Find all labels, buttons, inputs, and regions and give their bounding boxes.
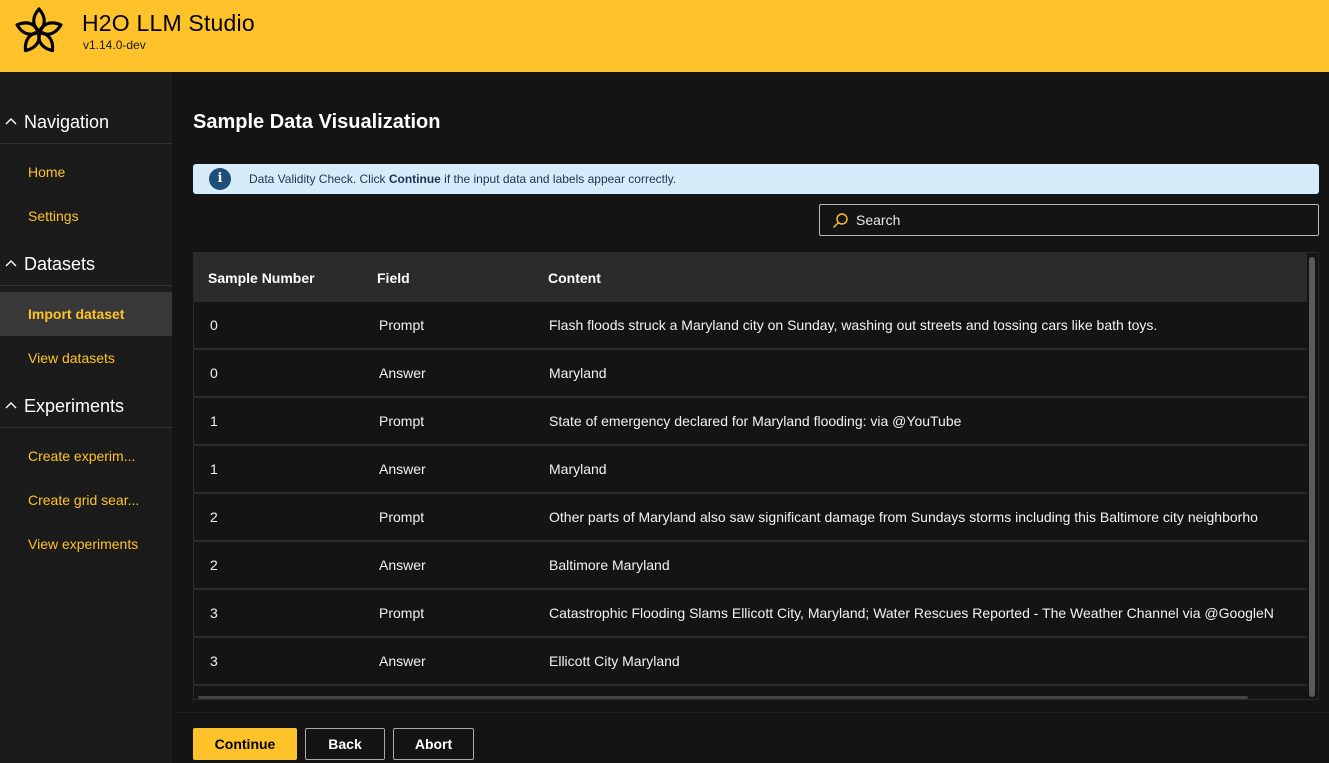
- cell-sample-number: 3: [210, 653, 218, 669]
- table-row[interactable]: 2 Prompt Other parts of Maryland also sa…: [194, 494, 1307, 542]
- nav-group-navigation[interactable]: Navigation: [0, 104, 172, 144]
- nav-group-label: Navigation: [24, 112, 110, 132]
- info-icon: i: [209, 168, 231, 190]
- table-row[interactable]: 0 Answer Maryland: [194, 350, 1307, 398]
- nav-group-experiments[interactable]: Experiments: [0, 388, 172, 428]
- cell-sample-number: 0: [210, 317, 218, 333]
- page-title: Sample Data Visualization: [193, 111, 441, 133]
- sidebar-item-create-experiment[interactable]: Create experim...: [0, 434, 172, 478]
- chevron-up-icon: [5, 118, 17, 125]
- sidebar-item-home[interactable]: Home: [0, 150, 172, 194]
- cell-field: Prompt: [379, 509, 425, 525]
- table-row[interactable]: 3 Answer Ellicott City Maryland: [194, 638, 1307, 686]
- cell-field: Answer: [379, 461, 426, 477]
- back-button[interactable]: Back: [305, 728, 385, 760]
- info-text-bold: Continue: [388, 172, 441, 186]
- nav-group-label: Experiments: [24, 396, 125, 416]
- search-icon: [833, 213, 848, 228]
- app-version: v1.14.0-dev: [83, 38, 146, 52]
- sidebar-item-view-datasets[interactable]: View datasets: [0, 336, 172, 380]
- cell-sample-number: 1: [210, 413, 218, 429]
- info-text-suffix: if the input data and labels appear corr…: [440, 172, 677, 186]
- column-header-field[interactable]: Field: [377, 270, 410, 286]
- table-header: Sample Number Field Content: [194, 253, 1307, 302]
- sidebar-item-view-experiments[interactable]: View experiments: [0, 522, 172, 566]
- cell-field: Answer: [379, 557, 426, 573]
- chevron-up-icon: [5, 260, 17, 267]
- continue-button[interactable]: Continue: [193, 728, 297, 760]
- app-header: H2O LLM Studio v1.14.0-dev: [0, 0, 1329, 72]
- table-row[interactable]: 1 Prompt State of emergency declared for…: [194, 398, 1307, 446]
- cell-field: Prompt: [379, 605, 425, 621]
- cell-content: Baltimore Maryland: [549, 557, 670, 573]
- h2o-star-logo[interactable]: [10, 3, 68, 61]
- cell-sample-number: 2: [210, 509, 218, 525]
- column-header-content[interactable]: Content: [548, 270, 601, 286]
- cell-content: Catastrophic Flooding Slams Ellicott Cit…: [549, 605, 1274, 621]
- abort-button[interactable]: Abort: [393, 728, 474, 760]
- cell-content: Maryland: [549, 461, 607, 477]
- info-message-bar: i Data Validity Check. Click Continue if…: [193, 164, 1319, 194]
- cell-field: Prompt: [379, 413, 425, 429]
- cell-field: Answer: [379, 653, 426, 669]
- column-header-sample-number[interactable]: Sample Number: [208, 270, 315, 286]
- table-row[interactable]: 3 Prompt Catastrophic Flooding Slams Ell…: [194, 590, 1307, 638]
- table-row[interactable]: 2 Answer Baltimore Maryland: [194, 542, 1307, 590]
- chevron-up-icon: [5, 402, 17, 409]
- sidebar-item-settings[interactable]: Settings: [0, 194, 172, 238]
- info-message-text: Data Validity Check. Click Continue if t…: [249, 172, 676, 186]
- cell-sample-number: 2: [210, 557, 218, 573]
- info-text-prefix: Data Validity Check. Click: [249, 172, 389, 186]
- cell-sample-number: 3: [210, 605, 218, 621]
- nav-group-datasets[interactable]: Datasets: [0, 246, 172, 286]
- nav-group-label: Datasets: [24, 254, 96, 274]
- cell-sample-number: 0: [210, 365, 218, 381]
- cell-content: Flash floods struck a Maryland city on S…: [549, 317, 1158, 333]
- horizontal-scrollbar[interactable]: [198, 696, 1248, 699]
- cell-content: Other parts of Maryland also saw signifi…: [549, 509, 1258, 525]
- cell-field: Answer: [379, 365, 426, 381]
- table-row[interactable]: 0 Prompt Flash floods struck a Maryland …: [194, 302, 1307, 350]
- app-title: H2O LLM Studio: [82, 10, 255, 36]
- cell-content: Ellicott City Maryland: [549, 653, 680, 669]
- cell-field: Prompt: [379, 317, 425, 333]
- data-table: Sample Number Field Content 0 Prompt Fla…: [193, 252, 1319, 700]
- cell-content: State of emergency declared for Maryland…: [549, 413, 962, 429]
- cell-content: Maryland: [549, 365, 607, 381]
- table-row[interactable]: 1 Answer Maryland: [194, 446, 1307, 494]
- sidebar-item-import-dataset[interactable]: Import dataset: [0, 292, 172, 336]
- cell-sample-number: 1: [210, 461, 218, 477]
- vertical-scrollbar[interactable]: [1309, 257, 1315, 697]
- search-box[interactable]: [819, 204, 1319, 236]
- search-input[interactable]: [856, 205, 1306, 235]
- sidebar-item-create-grid-search[interactable]: Create grid sear...: [0, 478, 172, 522]
